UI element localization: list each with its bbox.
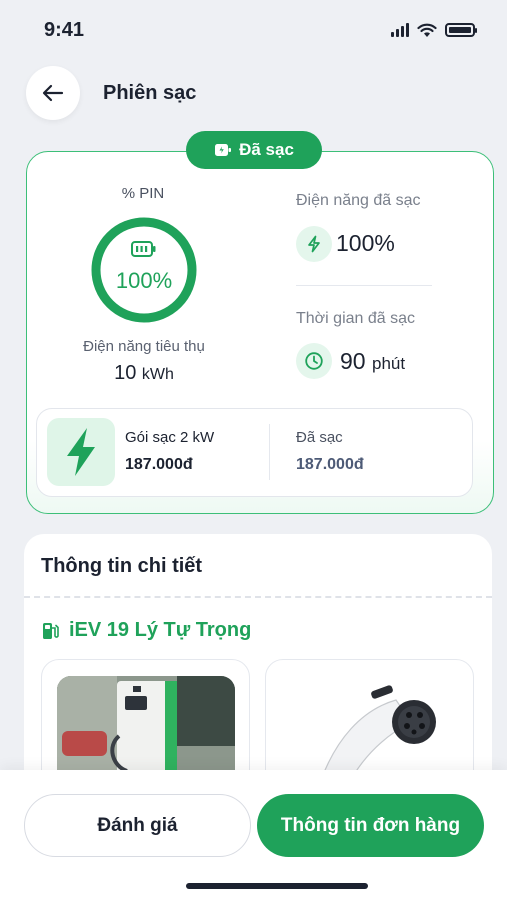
charge-time-value: 90 phút (340, 348, 405, 375)
energy-charged-value: 100% (336, 230, 395, 256)
charged-amount: 187.000đ (296, 456, 364, 473)
energy-charged-label: Điện năng đã sạc (296, 192, 421, 209)
clock-icon (296, 343, 332, 379)
back-button[interactable] (26, 66, 80, 120)
consumption-label: Điện năng tiêu thụ (83, 338, 205, 355)
package-name: Gói sạc 2 kW (125, 429, 215, 446)
lightning-icon (67, 428, 95, 476)
bolt-icon (296, 226, 332, 262)
dashed-divider (24, 596, 492, 598)
battery-full-icon (131, 241, 156, 257)
status-time: 9:41 (44, 18, 85, 41)
order-info-button[interactable]: Thông tin đơn hàng (257, 794, 484, 857)
charge-time-label: Thời gian đã sạc (296, 310, 415, 327)
battery-icon (445, 23, 477, 37)
fuel-station-icon (43, 622, 59, 639)
charge-time-unit: phút (371, 354, 406, 373)
station-name: iEV 19 Lý Tự Trọng (69, 619, 252, 641)
pin-label: % PIN (121, 185, 165, 202)
charge-time-number: 90 (340, 348, 366, 374)
status-badge: Đã sạc (186, 131, 322, 169)
status-badge-label: Đã sạc (239, 140, 294, 159)
package-price: 187.000đ (125, 456, 193, 473)
details-title: Thông tin chi tiết (41, 555, 203, 577)
package-icon-box (47, 418, 115, 486)
cellular-signal-icon (391, 23, 409, 37)
wifi-icon (417, 23, 437, 37)
charger-status-icon (215, 144, 232, 156)
rate-button[interactable]: Đánh giá (24, 794, 251, 857)
consumption-unit: kWh (141, 366, 174, 383)
page-title: Phiên sạc (103, 81, 197, 104)
divider (269, 424, 270, 480)
divider (296, 285, 432, 286)
header: Phiên sạc (26, 66, 196, 120)
consumption-number: 10 (114, 362, 137, 384)
consumption-value: 10 kWh (66, 362, 222, 385)
charged-label: Đã sạc (296, 429, 343, 446)
status-icons (391, 23, 477, 38)
status-bar: 9:41 (0, 0, 507, 60)
station-row[interactable]: iEV 19 Lý Tự Trọng (41, 619, 251, 642)
home-indicator (186, 883, 368, 889)
arrow-left-icon (42, 84, 64, 102)
battery-percent: 100% (115, 268, 173, 293)
